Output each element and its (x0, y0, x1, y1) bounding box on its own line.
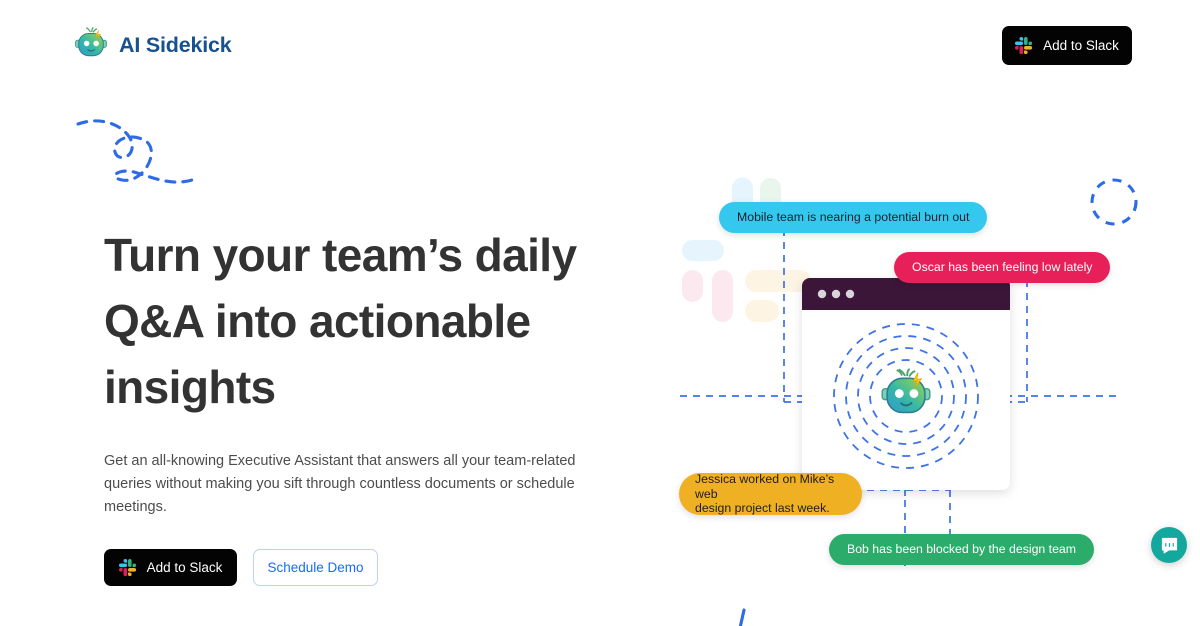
hero-title: Turn your team’s daily Q&A into actionab… (104, 229, 577, 413)
chat-bubble-jessica-design: Jessica worked on Mike’s web design proj… (679, 472, 862, 516)
hero-add-to-slack-label: Add to Slack (146, 560, 223, 575)
hero-add-to-slack-button[interactable]: Add to Slack (104, 549, 237, 586)
schedule-demo-button[interactable]: Schedule Demo (253, 549, 378, 586)
chat-bubble-bob-blocked: Bob has been blocked by the design team (829, 534, 1095, 565)
window-traffic-lights-icon (817, 289, 855, 299)
header-add-to-slack-label: Add to Slack (1043, 37, 1119, 53)
chat-bubble-mobile-burnout: Mobile team is nearing a potential burn … (719, 202, 988, 233)
chat-bubble-text: Mobile team is nearing a potential burn … (737, 210, 970, 224)
robot-mascot-icon (75, 27, 107, 57)
chat-bubble-text: Bob has been blocked by the design team (847, 542, 1077, 556)
hero-subtitle: Get an all-knowing Executive Assistant t… (104, 453, 576, 515)
schedule-demo-label: Schedule Demo (267, 560, 364, 575)
chat-bubble-text: Jessica worked on Mike’s web design proj… (695, 472, 835, 516)
hero-section: Turn your team’s daily Q&A into actionab… (104, 222, 649, 586)
chat-bubble-text: Oscar has been feeling low lately (912, 260, 1093, 274)
header-add-to-slack-button[interactable]: Add to Slack (1002, 25, 1132, 65)
slack-logo-icon (1015, 36, 1033, 54)
dashed-swirl-icon (76, 119, 194, 184)
brand-logo-link[interactable]: AI Sidekick (72, 26, 232, 64)
chat-bubble-oscar-low: Oscar has been feeling low lately (894, 252, 1111, 283)
landing-page: AI Sidekick Add to Slack Turn your team’… (0, 0, 1200, 626)
intercom-chat-icon (1161, 537, 1177, 554)
site-header: AI Sidekick Add to Slack (0, 0, 1200, 90)
chat-widget-launcher-button[interactable] (1151, 527, 1187, 563)
slack-logo-icon (118, 559, 136, 576)
brand-name: AI Sidekick (119, 32, 232, 57)
hero-actions: Add to Slack Schedule Demo (104, 549, 649, 586)
dashed-tick-icon (738, 608, 746, 626)
